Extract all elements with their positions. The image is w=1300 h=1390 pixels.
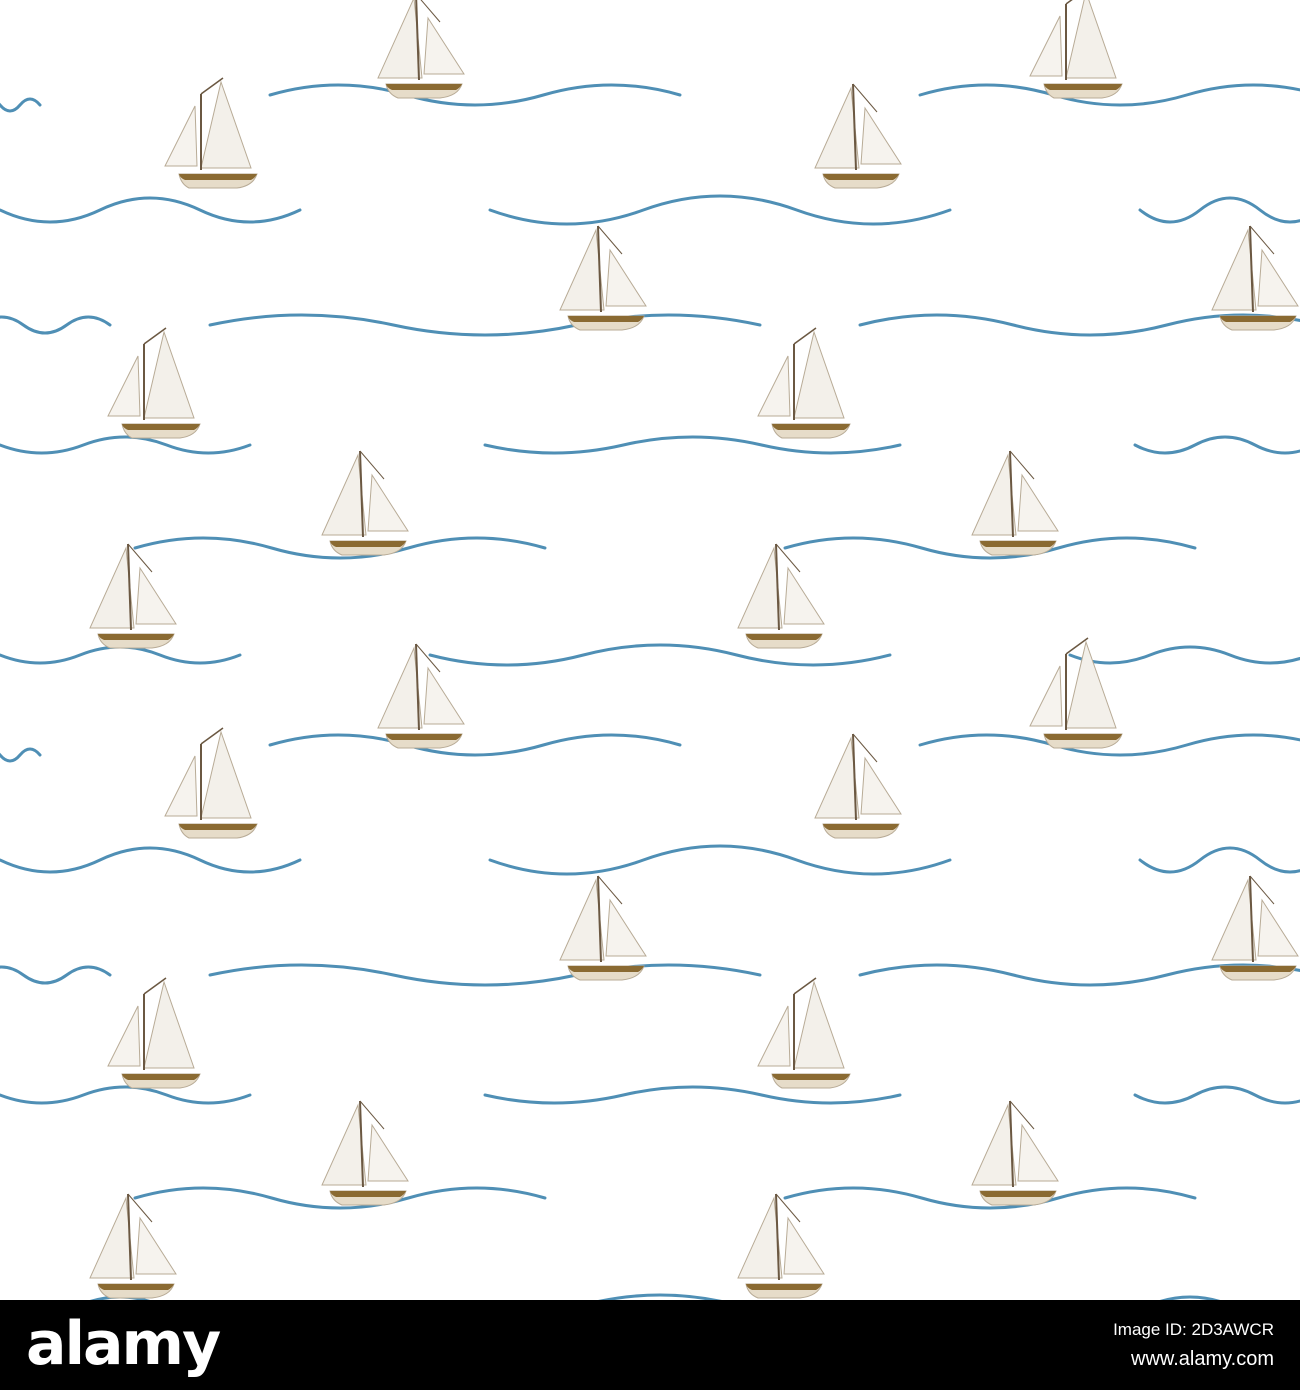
sailboat-icon [107,977,201,1089]
sailboat-icon [757,327,851,439]
wave-line [483,435,902,455]
wave-line [1138,196,1300,224]
wave-line [1138,846,1300,874]
sailboat-icon [559,225,647,331]
sailboats [89,0,1299,1299]
wave-line [268,733,682,757]
wave-line [488,844,952,876]
wave-line [1133,1085,1300,1105]
wave-lines [0,83,1300,1300]
sailboat-icon [1029,637,1123,749]
image-id: Image ID: 2D3AWCR [1113,1320,1274,1339]
wave-line [1133,435,1300,455]
sailboat-icon [559,875,647,981]
sailboat-icon [757,977,851,1089]
site-url[interactable]: www.alamy.com [1131,1346,1274,1372]
sailboat-icon [377,0,465,99]
sailboat-icon [89,1193,177,1299]
sailboat-pattern [0,0,1300,1300]
sailboat-icon [814,83,902,189]
wave-line [428,643,892,667]
sailboat-icon [321,450,409,556]
wave-line [1068,645,1300,665]
wave-line [0,645,242,665]
sailboat-icon [164,727,258,839]
sailboat-icon [321,1100,409,1206]
sailboat-pattern-svg [0,0,1300,1300]
wave-line [0,315,112,335]
footer-bar: alamy Image ID: 2D3AWCR www.alamy.com [0,1300,1300,1390]
sailboat-icon [107,327,201,439]
wave-line [208,313,762,337]
sailboat-icon [971,1100,1059,1206]
wave-line [0,435,252,455]
sailboat-icon [814,733,902,839]
wave-line [208,963,762,987]
sailboat-icon [971,450,1059,556]
wave-line [0,1085,252,1105]
wave-line [0,747,42,763]
wave-line [0,97,42,113]
sailboat-icon [164,77,258,189]
sailboat-icon [1029,0,1123,99]
wave-line [483,1085,902,1105]
sailboat-icon [89,543,177,649]
brand-logo[interactable]: alamy [26,1312,221,1376]
wave-line [0,965,112,985]
sailboat-icon [737,543,825,649]
wave-line [0,846,302,874]
sailboat-icon [737,1193,825,1299]
image-info: Image ID: 2D3AWCR www.alamy.com [1113,1320,1274,1372]
wave-line [0,196,302,224]
wave-line [268,83,682,107]
wave-line [488,194,952,226]
